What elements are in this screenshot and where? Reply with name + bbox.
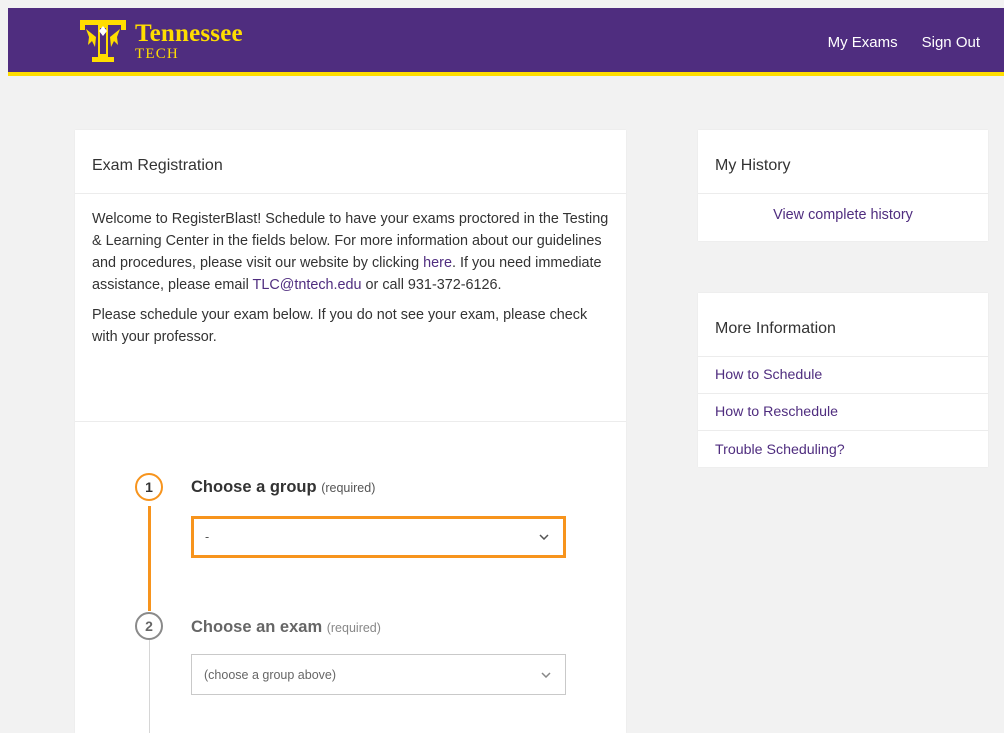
here-link[interactable]: here [423,255,452,271]
step-2-required: (required) [326,621,381,635]
group-select[interactable]: - [191,516,566,558]
exam-select-value: (choose a group above) [204,667,337,682]
exam-select[interactable]: (choose a group above) [191,654,566,695]
more-info-item: Trouble Scheduling? [698,431,988,468]
tennessee-tech-logo[interactable]: Tennessee TECH [78,17,278,63]
step-connector-active [148,506,151,611]
nav-links: My Exams Sign Out [828,34,980,51]
trouble-scheduling-link[interactable]: Trouble Scheduling? [715,442,845,458]
more-info-item: How to Reschedule [698,394,988,431]
chevron-down-icon [539,534,549,540]
more-information-title: More Information [698,293,988,357]
intro-paragraph-2: Please schedule your exam below. If you … [92,307,588,345]
intro-paragraph-1: Welcome to RegisterBlast! Schedule to ha… [92,208,609,296]
my-history-title: My History [698,130,988,194]
history-link-row: View complete history [698,194,988,223]
how-to-reschedule-link[interactable]: How to Reschedule [715,404,838,420]
exam-registration-card: Exam Registration Welcome to RegisterBla… [75,130,626,733]
step-connector-inactive [149,638,150,733]
step-1-title-text: Choose a group [191,478,317,496]
intro-text: Welcome to RegisterBlast! Schedule to ha… [75,194,626,348]
step-2-title-text: Choose an exam [191,618,323,636]
logo-name: Tennessee [135,20,243,47]
more-info-item: How to Schedule [698,357,988,394]
step-1-number: 1 [135,473,163,501]
section-divider [75,421,626,422]
email-link[interactable]: TLC@tntech.edu [253,277,362,293]
nav-my-exams[interactable]: My Exams [828,34,898,51]
step-1-required: (required) [321,481,376,495]
chevron-down-icon [541,671,551,678]
step-2-title: Choose an exam (required) [191,618,381,637]
logo-sub: TECH [135,46,179,62]
view-complete-history-link[interactable]: View complete history [773,207,913,223]
intro-text-3: or call 931-372-6126. [361,277,502,293]
more-information-card: More Information How to Schedule How to … [698,293,988,467]
group-select-value: - [205,530,210,544]
exam-registration-title: Exam Registration [75,130,626,194]
tennessee-tech-logo-icon [80,20,126,62]
top-navigation-bar: Tennessee TECH My Exams Sign Out [8,8,1004,76]
my-history-card: My History View complete history [698,130,988,241]
nav-sign-out[interactable]: Sign Out [922,34,980,51]
step-2-number: 2 [135,612,163,640]
step-1-title: Choose a group (required) [191,478,375,497]
how-to-schedule-link[interactable]: How to Schedule [715,367,822,383]
